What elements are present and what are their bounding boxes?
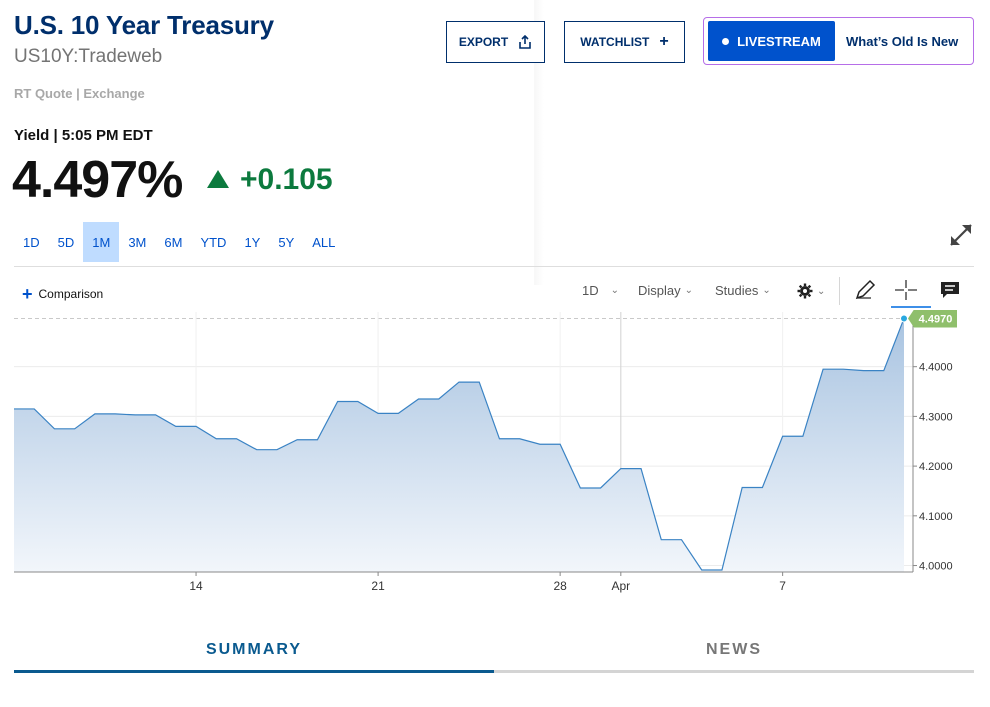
range-3m[interactable]: 3M <box>119 222 155 262</box>
x-tick-label: 7 <box>779 579 786 593</box>
chevron-down-icon: ⌄ <box>817 285 826 297</box>
y-tick-label: 4.3000 <box>919 411 953 423</box>
range-1d[interactable]: 1D <box>14 222 49 262</box>
x-tick-label: 14 <box>189 579 203 593</box>
last-price-badge-label: 4.4970 <box>919 313 953 325</box>
studies-label: Studies <box>715 283 759 298</box>
range-1y[interactable]: 1Y <box>235 222 269 262</box>
y-tick-label: 4.4000 <box>919 362 953 374</box>
studies-dropdown[interactable]: Studies ⌄ <box>715 283 771 298</box>
range-all[interactable]: ALL <box>303 222 344 262</box>
last-price-dot <box>900 314 908 323</box>
series-area <box>14 318 904 572</box>
share-icon <box>519 35 531 49</box>
section-tabs: SUMMARY NEWS <box>14 637 974 673</box>
watchlist-button[interactable]: WATCHLIST + <box>564 21 685 63</box>
security-symbol: US10Y:Tradeweb <box>14 46 163 67</box>
range-selector: 1D 5D 1M 3M 6M YTD 1Y 5Y ALL <box>14 222 344 262</box>
watchlist-label: WATCHLIST <box>580 35 650 49</box>
livestream-promo: LIVESTREAM What’s Old Is New <box>703 17 974 65</box>
last-price-marker: 4.4970 <box>900 310 957 328</box>
interval-dropdown[interactable]: 1D ⌄ <box>582 283 619 298</box>
expand-icon[interactable] <box>948 222 974 248</box>
comparison-button[interactable]: + Comparison <box>22 285 103 303</box>
x-tick-label: 28 <box>553 579 567 593</box>
display-dropdown[interactable]: Display ⌄ <box>638 283 693 298</box>
live-dot-icon <box>722 37 730 45</box>
range-6m[interactable]: 6M <box>155 222 191 262</box>
price-chart[interactable]: 4.0000 4.1000 4.2000 4.3000 4.4000 14 21 28 Apr… <box>0 310 990 600</box>
export-label: EXPORT <box>458 35 509 49</box>
y-axis: 4.0000 4.1000 4.2000 4.3000 4.4000 <box>912 312 953 573</box>
up-arrow-icon <box>207 170 229 188</box>
toolbar-divider <box>839 277 840 305</box>
y-tick-label: 4.2000 <box>919 461 953 473</box>
plus-icon: + <box>659 33 669 50</box>
y-tick-label: 4.0000 <box>919 561 953 573</box>
promo-link[interactable]: What’s Old Is New <box>846 34 958 49</box>
x-tick-label: 21 <box>371 579 385 593</box>
pencil-icon[interactable] <box>852 278 878 302</box>
price-change: +0.105 <box>240 163 333 196</box>
range-5d[interactable]: 5D <box>49 222 84 262</box>
range-ytd[interactable]: YTD <box>191 222 235 262</box>
divider <box>14 266 974 267</box>
yield-timestamp: Yield | 5:05 PM EDT <box>14 127 153 144</box>
chevron-down-icon: ⌄ <box>610 285 620 296</box>
interval-label: 1D <box>582 283 599 298</box>
x-tick-label: Apr <box>611 579 630 593</box>
tab-summary[interactable]: SUMMARY <box>14 637 494 673</box>
y-tick-label: 4.1000 <box>919 511 953 523</box>
livestream-label: LIVESTREAM <box>737 33 821 49</box>
chevron-down-icon: ⌄ <box>762 285 771 296</box>
crosshair-icon[interactable] <box>893 278 919 302</box>
security-title: U.S. 10 Year Treasury <box>14 10 274 40</box>
range-5y[interactable]: 5Y <box>269 222 303 262</box>
comment-icon[interactable] <box>937 278 963 302</box>
chevron-down-icon: ⌄ <box>684 285 694 296</box>
comparison-label: Comparison <box>38 287 104 301</box>
x-axis: 14 21 28 Apr 7 <box>14 571 913 593</box>
export-button[interactable]: EXPORT <box>446 21 545 63</box>
range-1m[interactable]: 1M <box>83 222 120 262</box>
quote-source: RT Quote | Exchange <box>14 86 145 101</box>
gear-icon <box>797 283 813 299</box>
plus-icon: + <box>22 284 33 304</box>
livestream-button[interactable]: LIVESTREAM <box>708 21 835 61</box>
active-tool-indicator <box>891 306 931 308</box>
settings-dropdown[interactable]: ⌄ <box>797 283 825 299</box>
display-label: Display <box>638 283 681 298</box>
tab-news[interactable]: NEWS <box>494 637 974 673</box>
last-price: 4.497% <box>12 151 183 209</box>
